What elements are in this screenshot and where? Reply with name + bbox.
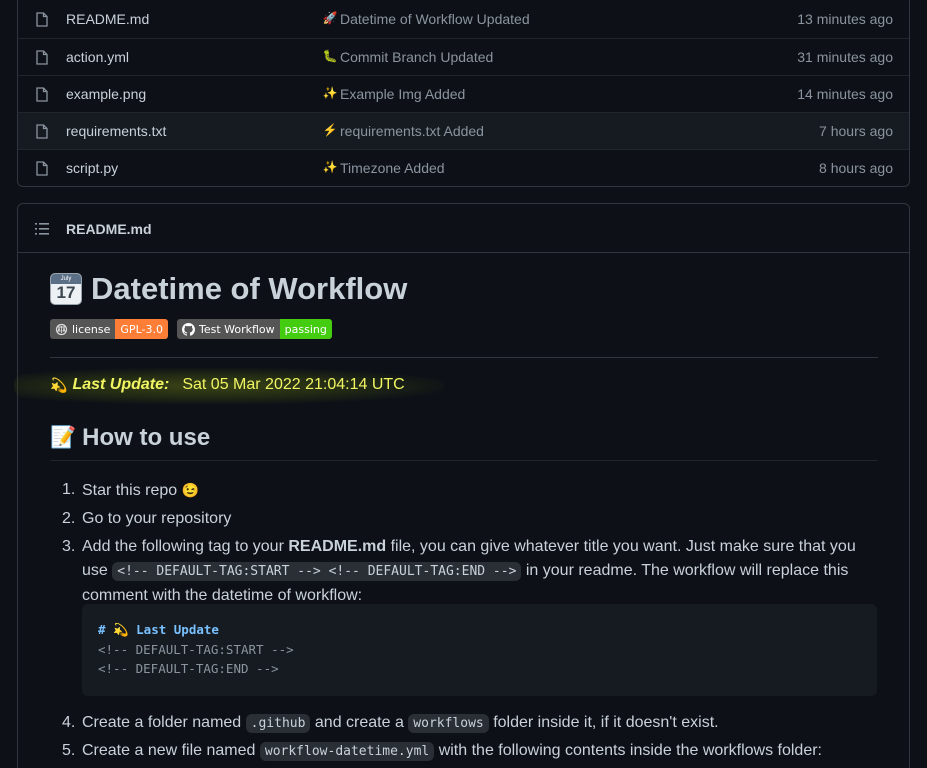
badge-row: license GPL-3.0 Test Workflow passing: [50, 319, 332, 339]
license-icon: [55, 323, 68, 335]
memo-icon: 📝: [50, 426, 77, 449]
license-badge-value: GPL-3.0: [115, 319, 168, 339]
file-name-link[interactable]: action.yml: [66, 49, 129, 65]
commit-time: 14 minutes ago: [797, 86, 893, 102]
file-name-link[interactable]: example.png: [66, 86, 146, 102]
code-line: <!-- DEFAULT-TAG:START -->: [98, 641, 294, 657]
last-update-label: Last Update:: [72, 376, 170, 393]
last-update-value: Sat 05 Mar 2022 21:04:14 UTC: [182, 376, 405, 393]
file-icon: [36, 161, 48, 176]
divider: [50, 460, 878, 461]
code-line: # 💫 Last Update: [98, 622, 219, 637]
last-update: 💫 Last Update: Sat 05 Mar 2022 21:04:14 …: [50, 376, 405, 394]
commit-message-link[interactable]: Datetime of Workflow Updated: [340, 11, 530, 27]
file-icon: [36, 124, 48, 139]
step-bold-text: README.md: [288, 538, 387, 555]
zap-icon: ⚡: [322, 123, 338, 137]
file-icon: [36, 50, 48, 65]
file-row[interactable]: requirements.txt ⚡ requirements.txt Adde…: [18, 112, 909, 149]
readme-title: July 17 Datetime of Workflow: [50, 270, 407, 308]
sparkles-icon: ✨: [322, 160, 338, 174]
list-item: 3. Add the following tag to your README.…: [62, 535, 877, 608]
workflow-badge-value: passing: [279, 319, 332, 339]
step-text: and create a: [310, 714, 409, 731]
step-text: folder inside it, if it doesn't exist.: [488, 714, 719, 731]
step-text: Go to your repository: [82, 510, 232, 527]
wink-icon: 😉: [181, 482, 200, 498]
readme-header-title: README.md: [66, 221, 152, 237]
license-badge[interactable]: license GPL-3.0: [50, 319, 168, 339]
inline-code: <!-- DEFAULT-TAG:START --> <!-- DEFAULT-…: [112, 562, 522, 581]
license-badge-label: license: [72, 322, 111, 336]
file-row[interactable]: script.py ✨ Timezone Added 8 hours ago: [18, 149, 909, 186]
file-name-link[interactable]: requirements.txt: [66, 123, 166, 139]
step-text: Star this repo: [82, 482, 182, 499]
step-text: with the following contents inside the w…: [434, 742, 822, 759]
file-list: README.md 🚀 Datetime of Workflow Updated…: [17, 0, 910, 187]
file-row[interactable]: example.png ✨ Example Img Added 14 minut…: [18, 75, 909, 112]
code-line: <!-- DEFAULT-TAG:END -->: [98, 661, 279, 676]
list-unordered-icon[interactable]: [35, 222, 49, 236]
calendar-day: 17: [56, 283, 76, 302]
file-row[interactable]: README.md 🚀 Datetime of Workflow Updated…: [18, 1, 909, 38]
file-name-link[interactable]: README.md: [66, 11, 149, 27]
commit-time: 7 hours ago: [819, 123, 893, 139]
workflow-badge-label: Test Workflow: [198, 322, 275, 336]
commit-time: 31 minutes ago: [797, 49, 893, 65]
list-item: 4. Create a folder named .github and cre…: [62, 711, 877, 736]
file-icon: [36, 87, 48, 102]
commit-message-link[interactable]: Example Img Added: [340, 86, 465, 102]
workflow-badge[interactable]: Test Workflow passing: [176, 319, 332, 339]
section-heading-text: How to use: [82, 424, 211, 451]
dizzy-icon: 💫: [50, 376, 68, 393]
divider: [50, 357, 878, 358]
step-text: Create a folder named: [82, 714, 246, 731]
calendar-icon: July 17: [50, 273, 82, 305]
step-number: 5.: [62, 742, 76, 759]
github-icon: [181, 322, 195, 336]
bug-icon: 🐛: [322, 49, 338, 63]
steps-list: 1. Star this repo 😉 2. Go to your reposi…: [62, 478, 877, 612]
section-heading: 📝 How to use: [50, 424, 210, 452]
sparkles-icon: ✨: [322, 86, 338, 100]
file-name-link[interactable]: script.py: [66, 160, 118, 176]
readme-title-text: Datetime of Workflow: [91, 271, 408, 306]
step-text: Add the following tag to your: [82, 538, 289, 555]
inline-code: workflow-datetime.yml: [259, 742, 435, 761]
list-item: 1. Star this repo 😉: [62, 478, 877, 503]
step-text: Create a new file named: [82, 742, 260, 759]
rocket-icon: 🚀: [322, 11, 338, 25]
step-number: 4.: [62, 714, 76, 731]
step-number: 1.: [62, 481, 76, 498]
commit-message-link[interactable]: Commit Branch Updated: [340, 49, 493, 65]
commit-message-link[interactable]: Timezone Added: [340, 160, 445, 176]
step-number: 3.: [62, 538, 76, 555]
code-block: # 💫 Last Update <!-- DEFAULT-TAG:START -…: [82, 604, 877, 696]
file-icon: [36, 12, 48, 27]
file-row[interactable]: action.yml 🐛 Commit Branch Updated 31 mi…: [18, 38, 909, 75]
inline-code: .github: [245, 714, 311, 733]
list-item: 5. Create a new file named workflow-date…: [62, 739, 877, 764]
step-number: 2.: [62, 510, 76, 527]
list-item: 2. Go to your repository: [62, 507, 877, 531]
readme-header: README.md: [18, 204, 909, 253]
inline-code: workflows: [408, 714, 489, 733]
commit-message-link[interactable]: requirements.txt Added: [340, 123, 484, 139]
commit-time: 8 hours ago: [819, 160, 893, 176]
commit-time: 13 minutes ago: [797, 11, 893, 27]
